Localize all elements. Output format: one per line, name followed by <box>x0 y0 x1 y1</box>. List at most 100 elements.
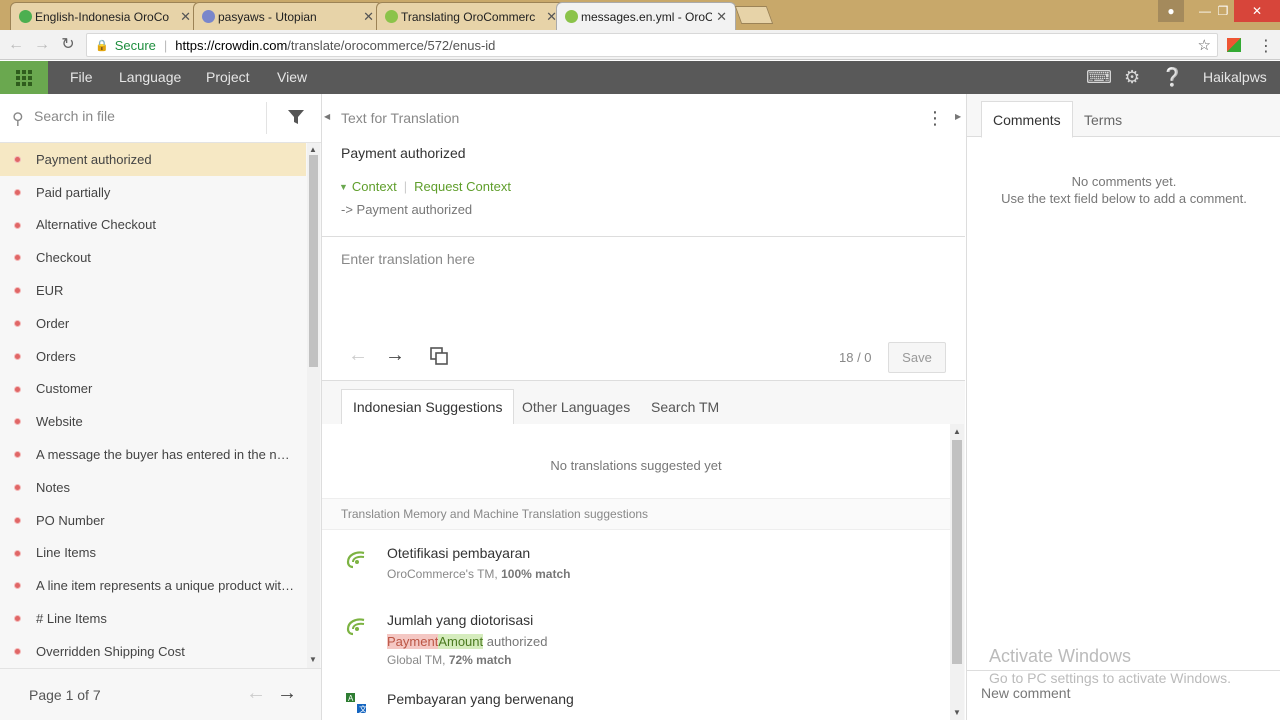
forward-arrow-icon[interactable]: → <box>32 35 52 55</box>
tm-source-diff: PaymentAmount authorized <box>387 634 547 649</box>
menu-project[interactable]: Project <box>206 69 250 85</box>
close-icon[interactable]: ✕ <box>180 9 191 25</box>
scroll-down-arrow-icon[interactable]: ▼ <box>953 708 961 717</box>
string-label: Payment authorized <box>36 151 152 167</box>
string-label: A message the buyer has entered in the n… <box>36 447 296 463</box>
scroll-thumb[interactable] <box>952 440 962 664</box>
tm-match: 100% match <box>501 567 571 581</box>
browser-menu-icon[interactable]: ⋮ <box>1258 36 1274 56</box>
save-button[interactable]: Save <box>888 342 946 373</box>
svg-text:文: 文 <box>359 704 367 714</box>
crowdin-logo-icon <box>346 551 365 569</box>
reload-icon[interactable]: ↻ <box>58 35 78 55</box>
tm-suggestion[interactable]: Jumlah yang diotorisasi PaymentAmount au… <box>322 612 950 682</box>
browser-tab-title: Translating OroCommerc <box>401 9 536 24</box>
suggestions-area: Indonesian Suggestions Other Languages S… <box>322 380 965 720</box>
suggestions-scrollbar[interactable]: ▲ ▼ <box>950 424 964 720</box>
keyboard-icon[interactable]: ⌨ <box>1086 67 1112 88</box>
apps-grid-button[interactable] <box>0 61 48 94</box>
tm-suggestion[interactable]: Otetifikasi pembayaran OroCommerce's TM,… <box>322 545 950 601</box>
bookmark-star-icon[interactable]: ☆ <box>1198 36 1211 54</box>
untranslated-dot-icon <box>14 615 21 623</box>
translation-input[interactable] <box>341 251 941 321</box>
list-item[interactable]: Customer <box>0 373 306 406</box>
list-item[interactable]: Alternative Checkout <box>0 209 306 242</box>
tm-source-name: Global TM, <box>387 653 449 667</box>
tab-comments[interactable]: Comments <box>981 101 1073 138</box>
tm-section-header: Translation Memory and Machine Translati… <box>322 498 950 530</box>
tab-search-tm[interactable]: Search TM <box>640 389 730 424</box>
previous-string-arrow-icon[interactable]: ← <box>348 344 368 367</box>
url-bar[interactable]: 🔒 Secure | https://crowdin.com /translat… <box>86 33 1218 57</box>
user-profile-icon[interactable]: ● <box>1158 0 1184 22</box>
scroll-up-arrow-icon[interactable]: ▲ <box>309 145 317 154</box>
string-label: A line item represents a unique product … <box>36 578 294 594</box>
list-item[interactable]: Paid partially <box>0 176 306 209</box>
list-item[interactable]: Overridden Shipping Cost <box>0 635 306 668</box>
list-item[interactable]: Payment authorized <box>0 143 306 176</box>
list-item[interactable]: EUR <box>0 274 306 307</box>
tab-other-languages[interactable]: Other Languages <box>511 389 641 424</box>
search-input[interactable] <box>34 108 254 124</box>
copy-source-icon[interactable] <box>430 347 448 365</box>
list-item[interactable]: Website <box>0 405 306 438</box>
comments-tabs: Comments Terms <box>967 94 1280 138</box>
string-label: PO Number <box>36 512 105 528</box>
window-close-icon[interactable]: ✕ <box>1234 0 1280 22</box>
extension-icon[interactable] <box>1227 38 1241 52</box>
username[interactable]: Haikalpws <box>1203 69 1267 85</box>
translation-toolbar: ← → 18 / 0 Save <box>322 333 965 380</box>
address-bar: ← → ↻ 🔒 Secure | https://crowdin.com /tr… <box>0 30 1280 60</box>
context-toggle[interactable]: Context <box>352 179 397 194</box>
menu-view[interactable]: View <box>277 69 307 85</box>
menu-file[interactable]: File <box>70 69 93 85</box>
list-item[interactable]: Line Items <box>0 537 306 570</box>
more-options-icon[interactable]: ⋮ <box>926 108 944 129</box>
close-icon[interactable]: ✕ <box>716 9 727 25</box>
new-comment-input[interactable] <box>981 685 1261 701</box>
list-item[interactable]: Checkout <box>0 241 306 274</box>
search-icon: ⚲ <box>12 111 24 128</box>
browser-tab-active[interactable]: messages.en.yml - OroCo ✕ <box>556 2 736 30</box>
help-icon[interactable]: ❔ <box>1161 67 1183 88</box>
browser-tab[interactable]: pasyaws - Utopian ✕ <box>193 2 383 30</box>
strings-scrollbar[interactable]: ▲ ▼ <box>307 143 320 668</box>
request-context-link[interactable]: Request Context <box>414 179 511 194</box>
browser-tab[interactable]: Translating OroCommerc ✕ <box>376 2 566 30</box>
filter-icon[interactable] <box>287 108 305 126</box>
list-item[interactable]: Order <box>0 307 306 340</box>
menu-language[interactable]: Language <box>119 69 181 85</box>
tm-suggestion[interactable]: A 文 Pembayaran yang berwenang <box>322 691 950 720</box>
list-item[interactable]: PO Number <box>0 504 306 537</box>
svg-text:A: A <box>348 694 354 703</box>
collapse-left-caret-icon[interactable]: ◀ <box>324 112 330 121</box>
next-page-arrow-icon[interactable]: → <box>277 682 297 705</box>
list-item[interactable]: A message the buyer has entered in the n… <box>0 438 306 471</box>
string-label: Order <box>36 315 70 331</box>
diff-unchanged: authorized <box>483 634 548 649</box>
untranslated-dot-icon <box>14 287 21 295</box>
utopian-favicon-icon <box>202 10 215 23</box>
scroll-thumb[interactable] <box>309 155 318 367</box>
diff-added: Amount <box>438 634 484 649</box>
tab-indonesian-suggestions[interactable]: Indonesian Suggestions <box>341 389 515 424</box>
next-string-arrow-icon[interactable]: → <box>385 344 405 367</box>
list-item[interactable]: Notes <box>0 471 306 504</box>
browser-tab[interactable]: English-Indonesia OroCo ✕ <box>10 2 200 30</box>
string-label: Website <box>36 414 83 430</box>
scroll-down-arrow-icon[interactable]: ▼ <box>309 655 317 664</box>
close-icon[interactable]: ✕ <box>363 9 374 25</box>
back-arrow-icon[interactable]: ← <box>6 35 26 55</box>
list-item[interactable]: Orders <box>0 340 306 373</box>
scroll-up-arrow-icon[interactable]: ▲ <box>953 427 961 436</box>
untranslated-dot-icon <box>14 352 21 360</box>
list-item[interactable]: A line item represents a unique product … <box>0 569 306 602</box>
previous-page-arrow-icon[interactable]: ← <box>246 682 266 705</box>
list-item[interactable]: # Line Items <box>0 602 306 635</box>
untranslated-dot-icon <box>14 647 21 655</box>
source-text: Payment authorized <box>341 145 466 161</box>
gear-icon[interactable]: ⚙ <box>1124 67 1140 88</box>
new-tab-button[interactable] <box>734 6 774 24</box>
tab-terms[interactable]: Terms <box>1073 101 1133 138</box>
collapse-right-caret-icon[interactable]: ▶ <box>955 112 961 121</box>
